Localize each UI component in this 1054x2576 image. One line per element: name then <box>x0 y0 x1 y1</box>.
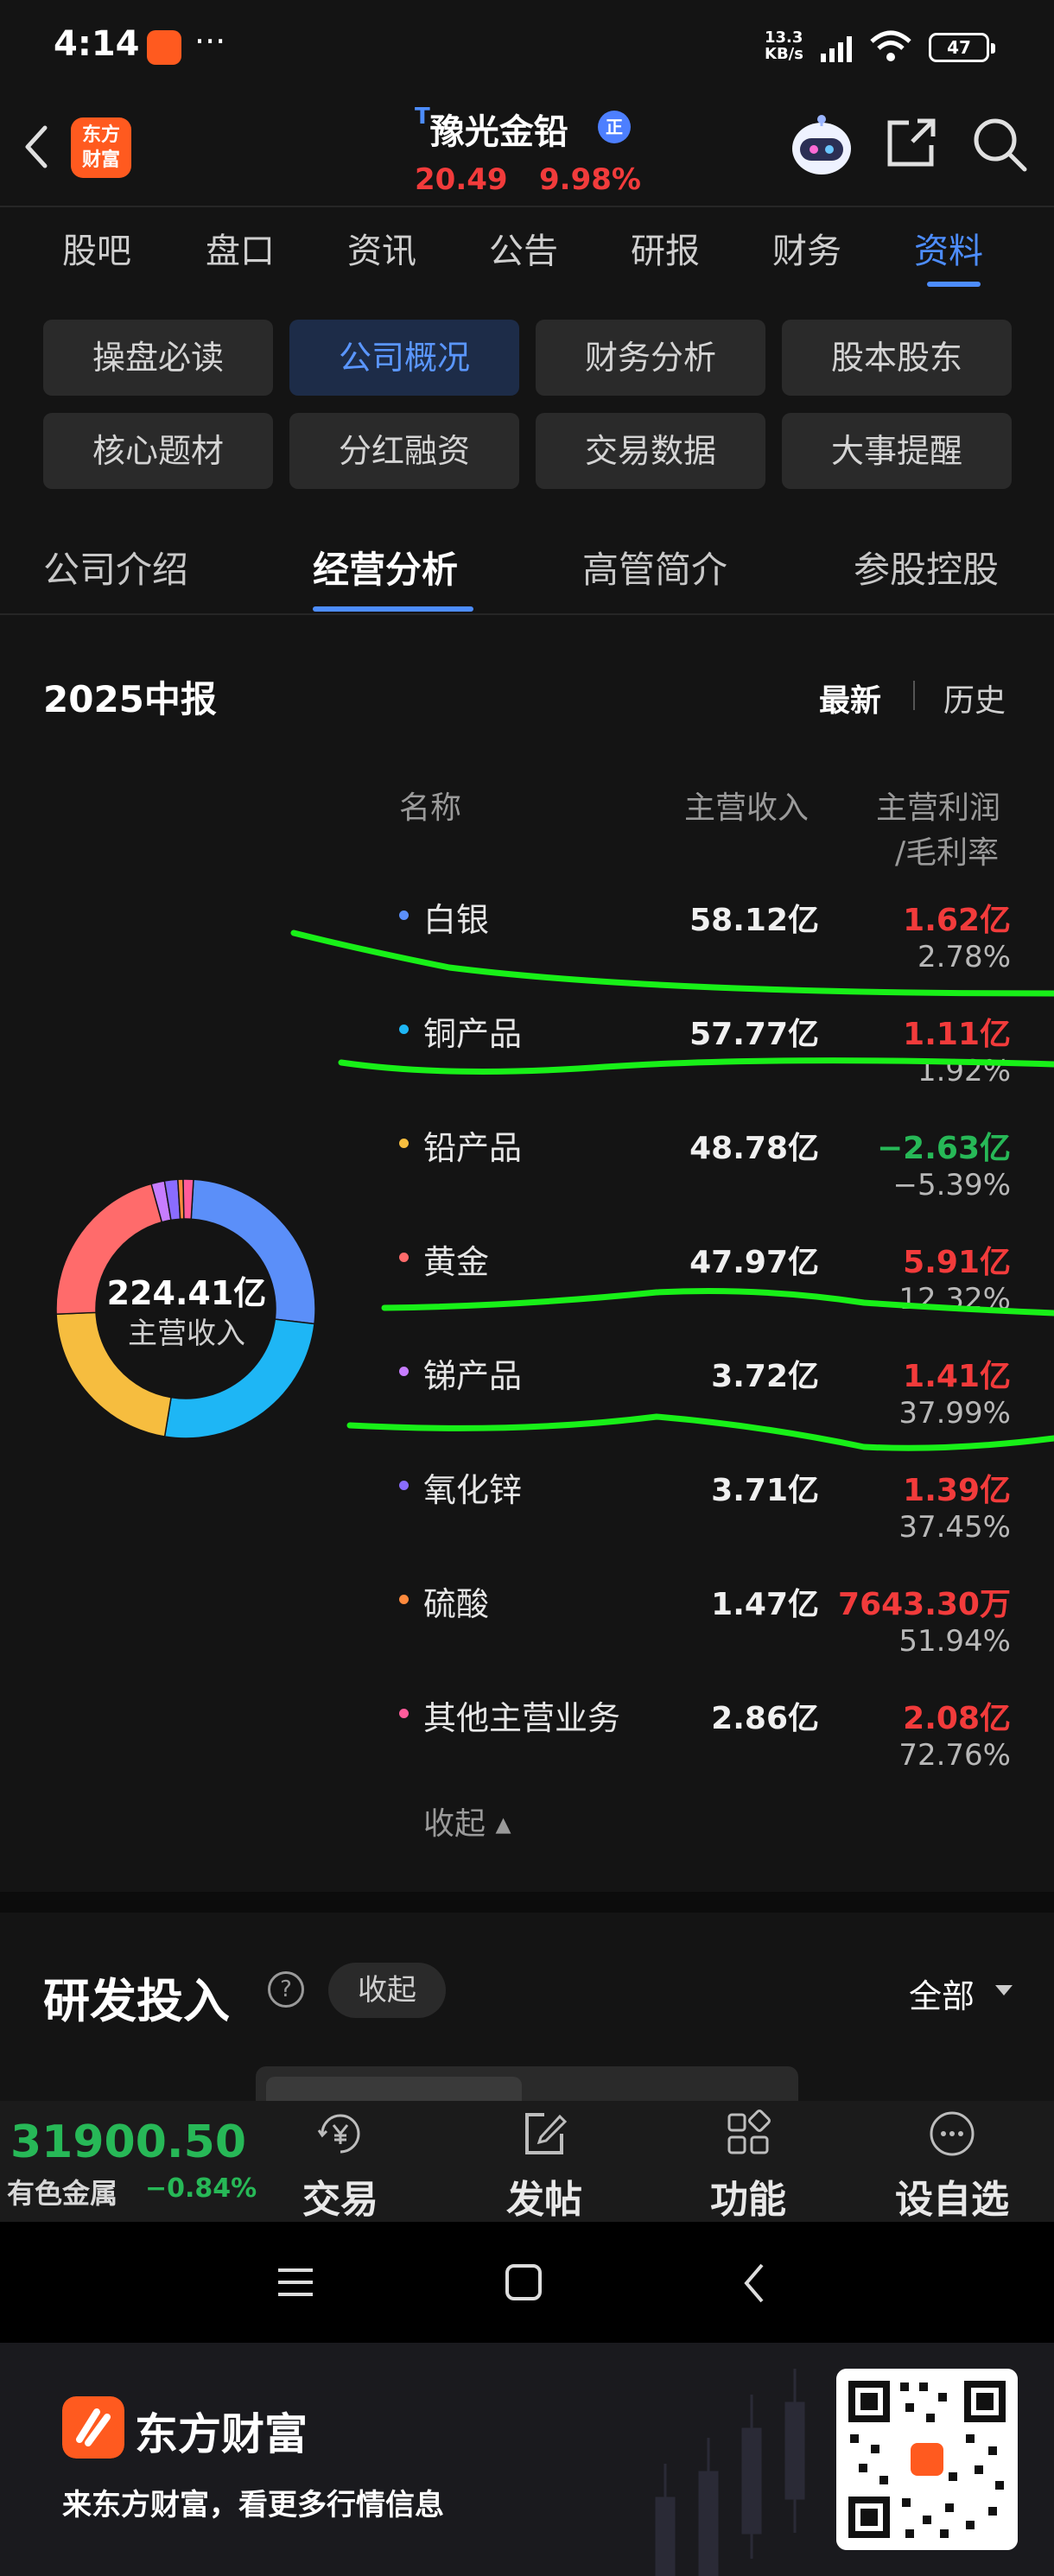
nav-trade-label: 交易 <box>302 2178 378 2222</box>
index-change: −0.84% <box>145 2173 257 2204</box>
section-separator <box>0 1892 1054 1913</box>
rd-tab-strip[interactable] <box>256 2066 798 2101</box>
index-name: 有色金属 <box>7 2177 118 2210</box>
nav-post[interactable]: 发帖 <box>475 2108 613 2224</box>
chevron-down-icon <box>995 1985 1013 1995</box>
promo-slogan: 来东方财富，看更多行情信息 <box>62 2488 444 2522</box>
yen-circle-icon <box>317 2114 360 2154</box>
annotation-stroke-4 <box>346 1413 1054 1451</box>
back-nav-icon[interactable] <box>741 2262 767 2305</box>
rd-tab-active[interactable] <box>266 2077 522 2101</box>
rd-title: 研发投入 <box>43 1974 230 2028</box>
annotation-stroke-1 <box>290 930 1054 997</box>
more-circle-icon <box>930 2111 975 2156</box>
annotation-stroke-2 <box>338 1057 1054 1075</box>
grid-icon <box>727 2110 771 2154</box>
system-nav-bar <box>0 2222 1054 2343</box>
edit-icon <box>525 2113 568 2154</box>
nav-watchlist-label: 设自选 <box>895 2178 1009 2222</box>
brand-logo-icon <box>62 2396 124 2459</box>
promo-brand: 东方财富 <box>135 2409 308 2459</box>
hand-drawn-annotations <box>290 930 1054 1451</box>
nav-watchlist[interactable]: 设自选 <box>883 2108 1021 2224</box>
rd-collapse-button[interactable]: 收起 <box>328 1963 446 2018</box>
recent-apps-icon[interactable] <box>276 2263 314 2301</box>
rd-filter-dropdown[interactable]: 全部 <box>909 1970 975 2017</box>
nav-post-label: 发帖 <box>506 2178 582 2222</box>
nav-trade[interactable]: 交易 <box>271 2108 410 2224</box>
nav-functions-label: 功能 <box>710 2178 786 2222</box>
index-value[interactable]: 31900.50 <box>10 2116 246 2168</box>
help-icon[interactable]: ? <box>268 1971 304 2008</box>
nav-functions[interactable]: 功能 <box>679 2108 817 2224</box>
home-icon[interactable] <box>505 2263 543 2301</box>
candlestick-decoration <box>655 2369 805 2576</box>
qr-code <box>836 2369 1018 2550</box>
annotation-stroke-3 <box>381 1288 1054 1317</box>
